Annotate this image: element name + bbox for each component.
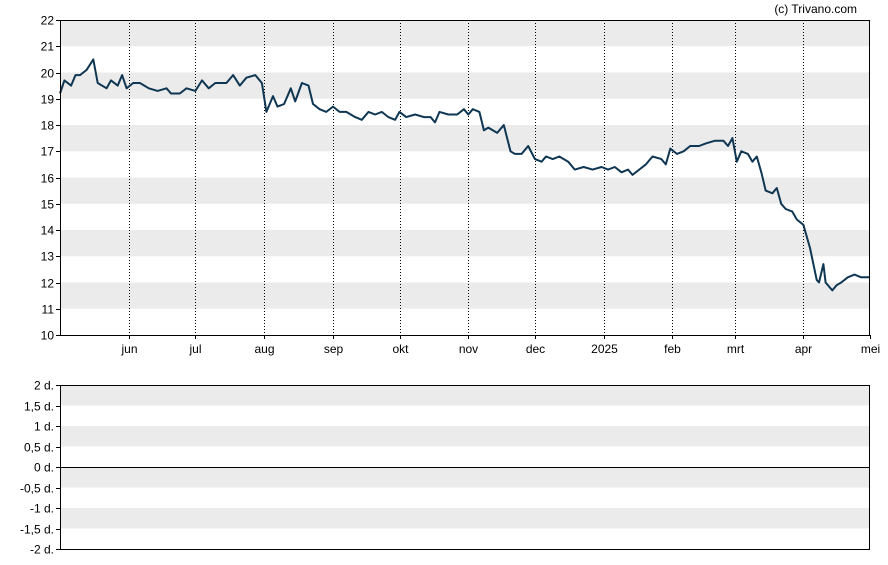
indicator-chart-y-ticks: 2 d. 1,5 d. 1 d. 0,5 d. 0 d. -0,5 d. -1 d. -1,5… — [20, 379, 60, 557]
x-tick-label: mei — [861, 342, 880, 356]
y-tick-label: 12 — [41, 277, 55, 291]
y-tick-label: 22 — [41, 14, 55, 28]
price-chart-figure: 10 11 12 13 14 15 16 17 18 19 20 21 22 jun jul aug sep o… — [20, 2, 880, 557]
y-tick-label: 14 — [41, 224, 55, 238]
price-band — [60, 125, 870, 152]
x-tick-label: sep — [324, 342, 344, 356]
price-band — [60, 177, 870, 204]
x-tick-label: feb — [664, 342, 681, 356]
y-tick-label: 20 — [41, 67, 55, 81]
indicator-y-tick-label: -0,5 d. — [20, 482, 54, 496]
y-tick-label: 13 — [41, 250, 55, 264]
indicator-y-tick-label: 2 d. — [34, 379, 54, 393]
indicator-y-tick-label: -1,5 d. — [20, 523, 54, 537]
x-tick-label: dec — [526, 342, 545, 356]
y-tick-label: 19 — [41, 93, 55, 107]
x-tick-label: nov — [459, 342, 478, 356]
price-band — [60, 72, 870, 99]
y-tick-label: 15 — [41, 198, 55, 212]
indicator-y-tick-label: 0,5 d. — [24, 441, 54, 455]
y-tick-label: 21 — [41, 40, 55, 54]
indicator-y-tick-label: 0 d. — [34, 461, 54, 475]
y-tick-label: 18 — [41, 119, 55, 133]
indicator-band — [60, 426, 870, 447]
price-chart-x-ticks: jun jul aug sep okt nov dec 2025 feb mrt apr mei — [120, 335, 880, 356]
indicator-chart-bands — [60, 385, 870, 529]
indicator-y-tick-label: -1 d. — [30, 502, 54, 516]
y-tick-label: 11 — [42, 303, 55, 317]
indicator-band — [60, 385, 870, 406]
y-tick-label: 16 — [41, 172, 55, 186]
indicator-y-tick-label: 1 d. — [34, 420, 54, 434]
chart-root: 10 11 12 13 14 15 16 17 18 19 20 21 22 jun jul aug sep o… — [0, 0, 888, 565]
price-band — [60, 282, 870, 309]
price-band — [60, 230, 870, 257]
y-tick-label: 17 — [41, 145, 55, 159]
price-chart-bands — [60, 20, 870, 309]
indicator-y-tick-label: -2 d. — [30, 543, 54, 557]
x-tick-label: okt — [392, 342, 409, 356]
indicator-band — [60, 508, 870, 529]
indicator-band — [60, 467, 870, 488]
x-tick-label: aug — [254, 342, 274, 356]
credit-label: (c) Trivano.com — [774, 2, 857, 16]
y-tick-label: 10 — [41, 329, 55, 343]
x-tick-label: mrt — [727, 342, 745, 356]
x-tick-label: 2025 — [591, 342, 618, 356]
indicator-y-tick-label: 1,5 d. — [24, 400, 54, 414]
price-chart-y-ticks: 10 11 12 13 14 15 16 17 18 19 20 21 22 — [41, 14, 60, 343]
x-tick-label: jun — [120, 342, 137, 356]
x-tick-label: apr — [795, 342, 812, 356]
x-tick-label: jul — [188, 342, 201, 356]
price-band — [60, 20, 870, 47]
